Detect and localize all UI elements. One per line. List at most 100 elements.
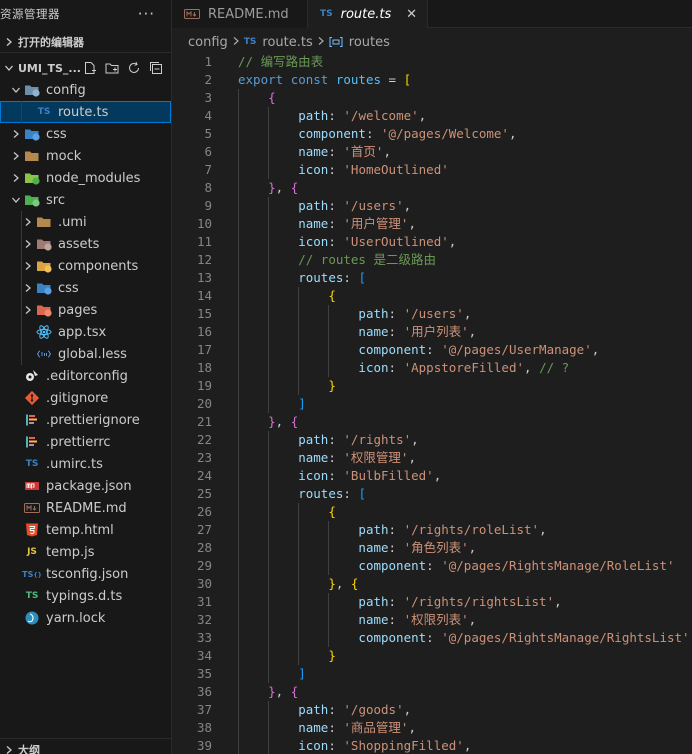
tree-item-label: config — [46, 82, 86, 98]
indent-guide — [268, 521, 270, 539]
tab-route-ts[interactable]: TS route.ts ✕ — [308, 0, 428, 28]
tree-item-src[interactable]: src — [0, 189, 171, 211]
indent-guide — [268, 323, 270, 341]
indent-guide — [238, 665, 239, 683]
tree-item-prettierrc[interactable]: .prettierrc — [0, 431, 171, 453]
indent-guide — [238, 701, 239, 719]
line-number: 7 — [204, 162, 212, 177]
indent-guide — [268, 485, 270, 503]
code-token: 'AppstoreFilled' — [403, 360, 525, 375]
tree-item-prettierignore[interactable]: .prettierignore — [0, 409, 171, 431]
code-token: : — [328, 144, 344, 159]
code-token: , — [403, 198, 412, 213]
code-content: icon: 'HomeOutlined' — [212, 161, 449, 179]
project-section[interactable]: UMI_TS_... — [0, 57, 171, 79]
refresh-icon[interactable] — [125, 59, 143, 77]
code-content: name: '权限列表', — [212, 611, 476, 629]
code-token: '首页' — [343, 144, 384, 159]
indent-guide — [268, 593, 270, 611]
tree-item-mock[interactable]: mock — [0, 145, 171, 167]
tree-item-editorconfig[interactable]: .editorconfig — [0, 365, 171, 387]
tree-item-assets[interactable]: assets — [0, 233, 171, 255]
tree-item-css[interactable]: css — [0, 123, 171, 145]
new-folder-icon[interactable] — [103, 59, 121, 77]
indent-guide — [298, 629, 300, 647]
code-token: : — [328, 432, 344, 447]
breadcrumb-file[interactable]: route.ts — [262, 35, 312, 50]
tree-item-yarn-lock[interactable]: yarn.lock — [0, 607, 171, 629]
code-token: : — [328, 720, 344, 735]
open-editors-section[interactable]: 打开的编辑器 — [0, 31, 171, 53]
breadcrumb-symbol[interactable]: routes — [349, 35, 390, 50]
indent-guide — [268, 395, 270, 413]
code-token: : — [343, 270, 359, 285]
close-icon[interactable]: ✕ — [406, 7, 417, 22]
more-actions-icon[interactable]: ··· — [138, 6, 155, 22]
code-token: : — [388, 594, 404, 609]
code-line: 10 name: '用户管理', — [172, 215, 692, 233]
code-token: 'UserOutlined' — [343, 234, 449, 249]
indent-guide — [298, 305, 300, 323]
tree-item-umi[interactable]: .umi — [0, 211, 171, 233]
code-content: ] — [212, 395, 306, 413]
line-number: 5 — [204, 126, 212, 141]
code-token: '商品管理' — [343, 720, 409, 735]
code-token: { — [328, 288, 336, 303]
indent-guide — [268, 377, 270, 395]
code-line: 3 { — [172, 89, 692, 107]
tree-item-route-ts[interactable]: TS route.ts — [0, 101, 171, 123]
tree-item-tsconfig-json[interactable]: TS{} tsconfig.json — [0, 563, 171, 585]
outline-section[interactable]: 大纲 — [0, 738, 171, 754]
code-content: path: '/users', — [212, 305, 471, 323]
tree-item-typings-d-ts[interactable]: TS typings.d.ts — [0, 585, 171, 607]
chevron-right-icon — [20, 261, 36, 271]
tree-item-package-json[interactable]: package.json — [0, 475, 171, 497]
code-line: 7 icon: 'HomeOutlined' — [172, 161, 692, 179]
code-token: '/welcome' — [343, 108, 419, 123]
tree-item-umirc-ts[interactable]: TS .umirc.ts — [0, 453, 171, 475]
code-token: '角色列表' — [403, 540, 469, 555]
tree-item-css[interactable]: css — [0, 277, 171, 299]
tree-item-app-tsx[interactable]: app.tsx — [0, 321, 171, 343]
line-number: 39 — [196, 738, 212, 753]
chevron-right-icon — [20, 305, 36, 315]
tree-item-global-less[interactable]: global.less — [0, 343, 171, 365]
indent-guide — [238, 521, 239, 539]
breadcrumb-folder[interactable]: config — [188, 35, 228, 50]
folder-src-icon — [24, 192, 40, 208]
tree-item-gitignore[interactable]: .gitignore — [0, 387, 171, 409]
indent-guide — [238, 215, 239, 233]
code-token: : — [426, 630, 442, 645]
line-number: 4 — [204, 108, 212, 123]
line-number: 22 — [196, 432, 212, 447]
indent-guide — [328, 341, 330, 359]
tree-item-temp-js[interactable]: JS temp.js — [0, 541, 171, 563]
chevron-right-icon — [317, 36, 325, 49]
tree-item-node-modules[interactable]: node_modules — [0, 167, 171, 189]
tree-item-config[interactable]: config — [0, 79, 171, 101]
tree-item-components[interactable]: components — [0, 255, 171, 277]
file-tree: config TS route.ts css mock node_modules src .u… — [0, 79, 171, 629]
tab-readme[interactable]: README.md — [172, 0, 308, 28]
indent-guide — [268, 539, 270, 557]
code-editor[interactable]: 1// 编写路由表 2 export const routes = [3 {4 pa… — [172, 53, 692, 754]
tab-label: route.ts — [340, 6, 392, 22]
ts-file-icon: TS — [25, 459, 39, 469]
indent-guide — [238, 503, 239, 521]
code-token: [ — [403, 72, 412, 87]
new-file-icon[interactable] — [81, 59, 99, 77]
code-token: '/users' — [403, 306, 464, 321]
indent-guide — [268, 629, 270, 647]
code-token: , — [411, 432, 419, 447]
indent-guide — [238, 737, 239, 754]
tree-item-readme-md[interactable]: README.md — [0, 497, 171, 519]
tree-item-label: pages — [58, 302, 98, 318]
code-line: 18 icon: 'AppstoreFilled', // ? — [172, 359, 692, 377]
collapse-all-icon[interactable] — [147, 59, 165, 77]
line-number: 9 — [204, 198, 212, 213]
code-content: export const routes = [ — [212, 71, 411, 89]
tree-item-temp-html[interactable]: temp.html — [0, 519, 171, 541]
tree-item-pages[interactable]: pages — [0, 299, 171, 321]
